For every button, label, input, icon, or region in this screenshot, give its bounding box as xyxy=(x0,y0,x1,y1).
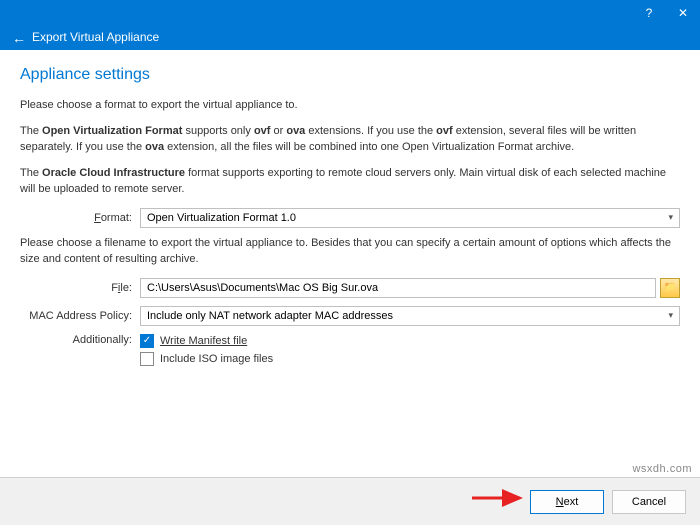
footer: Next Cancel xyxy=(0,477,700,525)
back-icon[interactable]: ← xyxy=(12,30,26,46)
manifest-label: Write Manifest file xyxy=(160,335,247,347)
intro-text-3: The Oracle Cloud Infrastructure format s… xyxy=(20,166,680,198)
intro-text-2: The Open Virtualization Format supports … xyxy=(20,124,680,156)
page-heading: Appliance settings xyxy=(20,66,680,84)
manifest-checkbox[interactable]: ✓ xyxy=(140,334,154,348)
mac-dropdown[interactable]: Include only NAT network adapter MAC add… xyxy=(140,306,680,326)
file-input[interactable]: C:\Users\Asus\Documents\Mac OS Big Sur.o… xyxy=(140,278,656,298)
format-value: Open Virtualization Format 1.0 xyxy=(147,212,296,224)
file-value: C:\Users\Asus\Documents\Mac OS Big Sur.o… xyxy=(147,282,378,294)
iso-label: Include ISO image files xyxy=(160,353,273,365)
chevron-down-icon: ▾ xyxy=(668,212,673,223)
mac-label: MAC Address Policy: xyxy=(20,310,140,322)
additionally-label: Additionally: xyxy=(20,334,140,346)
next-button[interactable]: Next xyxy=(530,490,604,514)
cancel-button[interactable]: Cancel xyxy=(612,490,686,514)
help-button[interactable]: ? xyxy=(632,2,666,24)
intro-text-1: Please choose a format to export the vir… xyxy=(20,98,680,114)
format-dropdown[interactable]: Open Virtualization Format 1.0 ▾ xyxy=(140,208,680,228)
file-label: File: xyxy=(20,282,140,294)
watermark: wsxdh.com xyxy=(632,463,692,475)
titlebar: ? ✕ ← Export Virtual Appliance xyxy=(0,0,700,50)
format-row: Format: Open Virtualization Format 1.0 ▾ xyxy=(20,208,680,228)
folder-icon: 📁 xyxy=(664,282,676,293)
window-title: Export Virtual Appliance xyxy=(32,30,159,44)
intro-text-4: Please choose a filename to export the v… xyxy=(20,236,680,268)
format-label: Format: xyxy=(20,212,140,224)
content-area: Appliance settings Please choose a forma… xyxy=(0,50,700,477)
mac-row: MAC Address Policy: Include only NAT net… xyxy=(20,306,680,326)
browse-button[interactable]: 📁 xyxy=(660,278,680,298)
close-button[interactable]: ✕ xyxy=(666,2,700,24)
iso-checkbox[interactable] xyxy=(140,352,154,366)
file-row: File: C:\Users\Asus\Documents\Mac OS Big… xyxy=(20,278,680,298)
mac-value: Include only NAT network adapter MAC add… xyxy=(147,310,393,322)
chevron-down-icon: ▾ xyxy=(668,310,673,321)
